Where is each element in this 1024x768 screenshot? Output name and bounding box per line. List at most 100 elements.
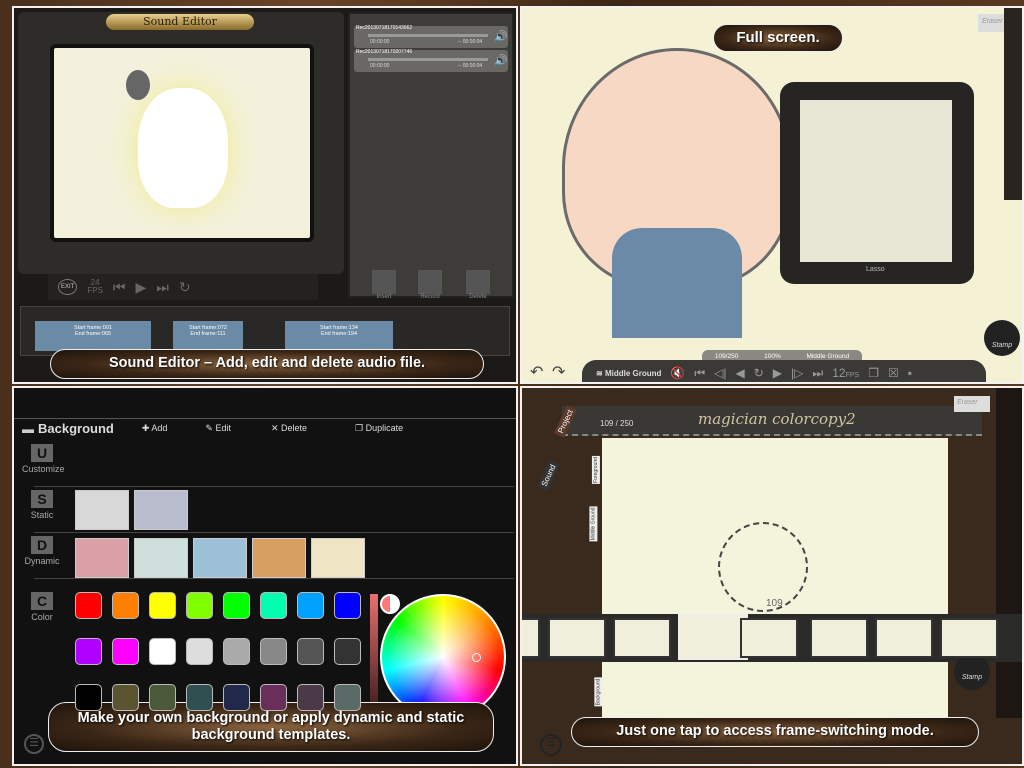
dynamic-template[interactable] [134, 538, 188, 578]
delete-button[interactable]: Delete [466, 270, 490, 300]
dynamic-template[interactable] [75, 538, 129, 578]
fps-button[interactable]: 12FPS [832, 366, 859, 380]
dynamic-template[interactable] [193, 538, 247, 578]
delete-frame-icon[interactable]: ☒ [888, 366, 899, 380]
static-template[interactable] [75, 490, 129, 530]
play-icon[interactable]: ▶ [773, 366, 782, 380]
color-swatch[interactable] [297, 638, 324, 665]
exit-button[interactable]: EXIT [58, 279, 78, 295]
delete-label: Delete [469, 294, 487, 300]
track-progress-bar[interactable] [368, 58, 488, 61]
color-swatch[interactable] [149, 684, 176, 711]
color-swatch[interactable] [334, 592, 361, 619]
static-template[interactable] [134, 490, 188, 530]
color-swatch[interactable] [112, 684, 139, 711]
clip[interactable]: Start frame:001 End frame:065 [35, 321, 151, 351]
loop-icon[interactable]: ↻ [179, 279, 191, 296]
color-swatch[interactable] [223, 592, 250, 619]
audio-track[interactable]: Rec20130718170143662 00:00:00 -- 00:00:0… [354, 25, 508, 48]
color-swatch[interactable] [186, 592, 213, 619]
layer-button[interactable]: ≋ Middle Ground [596, 369, 661, 378]
color-swatch[interactable] [75, 684, 102, 711]
audio-track[interactable]: Rec20130718170207746 00:00:00 -- 00:00:0… [354, 49, 508, 72]
insert-button[interactable]: Insert [372, 270, 396, 300]
category-color[interactable]: C Color [22, 592, 62, 622]
category-customize[interactable]: U Customize [22, 444, 65, 474]
color-swatch[interactable] [75, 592, 102, 619]
track-progress-bar[interactable] [368, 34, 488, 37]
delete-label: Delete [281, 423, 308, 433]
speaker-icon[interactable]: 🔊 [494, 30, 508, 43]
frame-thumbnail[interactable] [940, 618, 998, 658]
first-frame-icon[interactable]: ⏮ [694, 366, 705, 381]
frame-counter: 109/250 [714, 352, 739, 360]
clip[interactable]: Start frame:072 End frame:111 [173, 321, 243, 351]
color-swatch[interactable] [334, 638, 361, 665]
category-static[interactable]: S Static [22, 490, 62, 520]
next-frame-icon[interactable]: |▷ [791, 366, 803, 380]
track-start: 00:00:00 [370, 39, 390, 45]
color-wheel-handle[interactable] [472, 653, 481, 662]
color-swatch[interactable] [112, 638, 139, 665]
row-divider [34, 532, 514, 533]
color-swatch[interactable] [186, 638, 213, 665]
current-frame-number: 109 [766, 598, 783, 609]
last-frame-icon[interactable]: ⏭ [812, 366, 823, 381]
brightness-slider[interactable] [370, 594, 378, 714]
stamp-button[interactable]: Stamp [954, 654, 990, 690]
prev-frame-icon[interactable]: ◁| [714, 366, 726, 380]
delete-button[interactable]: ✕ Delete [271, 423, 307, 434]
color-swatch[interactable] [260, 684, 287, 711]
tool-palette [1004, 8, 1022, 200]
mute-icon[interactable]: 🔇 [670, 366, 685, 380]
category-dynamic[interactable]: D Dynamic [22, 536, 62, 566]
color-swatch[interactable] [260, 638, 287, 665]
speaker-icon[interactable]: 🔊 [494, 54, 508, 67]
play-icon[interactable]: ▶ [136, 279, 147, 296]
duplicate-button[interactable]: ❐ Duplicate [355, 423, 403, 434]
sound-tab[interactable]: Sound [537, 459, 560, 492]
color-swatch[interactable] [75, 638, 102, 665]
copy-frame-icon[interactable]: ❐ [868, 366, 879, 380]
skip-forward-icon[interactable]: ⏭ [156, 279, 169, 296]
color-swatch[interactable] [149, 638, 176, 665]
edit-button[interactable]: ✎ Edit [205, 423, 231, 434]
dynamic-template[interactable] [252, 538, 306, 578]
frame-thumbnail[interactable] [613, 618, 671, 658]
loop-icon[interactable]: ↻ [754, 366, 764, 380]
frame-thumbnail[interactable] [740, 618, 798, 658]
layer-tab-middle-ground[interactable]: Middle Ground [589, 506, 598, 542]
menu-icon[interactable]: ☰ [540, 734, 562, 756]
layer-tab-background[interactable]: Background [594, 677, 603, 707]
color-swatch[interactable] [297, 592, 324, 619]
frame-thumbnail[interactable] [548, 618, 606, 658]
color-swatch[interactable] [186, 684, 213, 711]
color-swatch[interactable] [223, 638, 250, 665]
color-swatch[interactable] [223, 684, 250, 711]
record-button[interactable]: Record [418, 270, 442, 300]
frame-thumbnail[interactable] [810, 618, 868, 658]
menu-icon[interactable]: ☰ [24, 734, 44, 754]
add-button[interactable]: ✚ Add [142, 423, 168, 434]
stamp-button[interactable]: Stamp [984, 320, 1020, 356]
color-swatch[interactable] [297, 684, 324, 711]
title-plate: Sound Editor [106, 14, 254, 30]
frame-thumbnail-selected[interactable] [678, 614, 748, 660]
canvas[interactable]: 109 [602, 438, 948, 738]
fps-display[interactable]: 24 FPS [87, 279, 103, 295]
layer-tab-foreground[interactable]: Foreground [591, 456, 600, 484]
frame-thumbnail[interactable] [875, 618, 933, 658]
clip[interactable]: Start frame:134 End frame:194 [285, 321, 393, 351]
frame-thumbnail[interactable] [522, 618, 540, 658]
color-swatch[interactable] [334, 684, 361, 711]
color-swatch[interactable] [260, 592, 287, 619]
play-back-icon[interactable]: ◀ [736, 366, 745, 380]
color-swatch[interactable] [112, 592, 139, 619]
undo-icon[interactable]: ↶ [530, 362, 543, 382]
redo-icon[interactable]: ↷ [552, 362, 565, 382]
dynamic-template[interactable] [311, 538, 365, 578]
paste-frame-icon[interactable]: ▪ [908, 366, 912, 380]
color-swatch[interactable] [149, 592, 176, 619]
skip-back-icon[interactable]: ⏮ [113, 279, 126, 296]
eraser-tab[interactable]: Eraser [954, 396, 990, 412]
